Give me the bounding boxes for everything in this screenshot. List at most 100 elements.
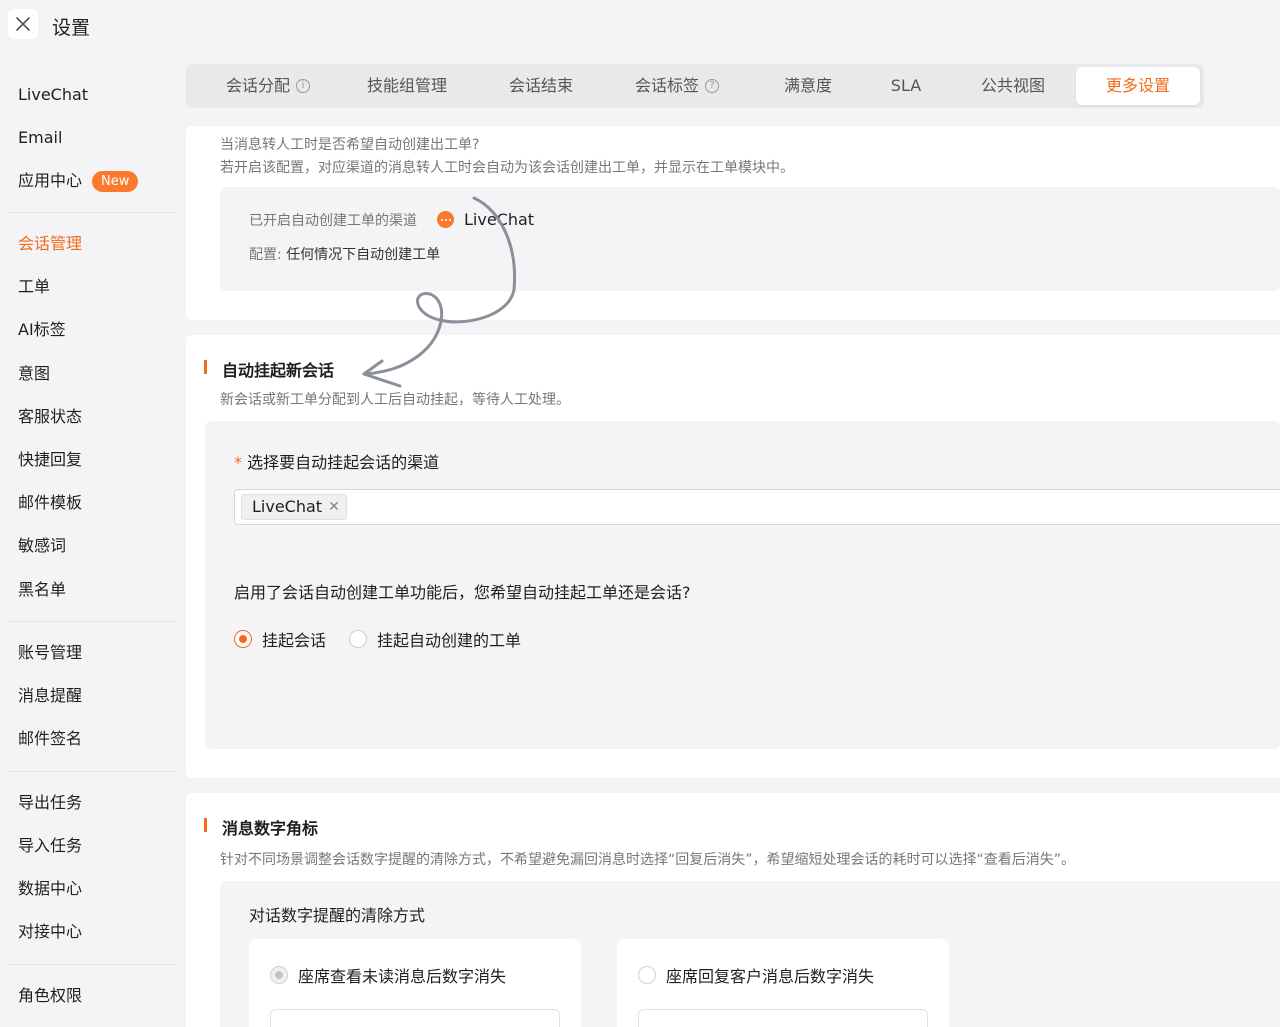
sidebar-item-label: 敏感词	[18, 536, 67, 555]
tab-more-settings[interactable]: 更多设置	[1076, 67, 1200, 105]
sidebar-item-label: 意图	[18, 364, 51, 383]
sidebar-item-data-center[interactable]: 数据中心	[18, 877, 82, 901]
option-preview	[638, 1009, 928, 1027]
sidebar-item-ai-tags[interactable]: AI标签	[18, 318, 66, 342]
sidebar-item-label: 邮件模板	[18, 493, 83, 512]
option-card-view[interactable]: 座席查看未读消息后数字消失	[249, 939, 581, 1027]
sidebar-item-label: 数据中心	[18, 879, 83, 898]
tab-skill-groups[interactable]: 技能组管理	[352, 67, 462, 105]
sidebar-item-email[interactable]: Email	[18, 126, 62, 150]
sidebar-item-label: 客服状态	[18, 407, 83, 426]
radio-label: 座席查看未读消息后数字消失	[298, 967, 507, 986]
livechat-icon	[437, 211, 454, 228]
close-button[interactable]	[8, 9, 38, 39]
tab-label: 会话结束	[508, 76, 573, 95]
radio-label: 挂起会话	[262, 631, 327, 650]
radio-unchecked-icon[interactable]	[638, 966, 656, 984]
help-icon[interactable]: ?	[705, 79, 719, 93]
section-accent-bar	[204, 360, 207, 374]
option-preview	[270, 1009, 560, 1027]
tab-label: 会话分配	[225, 76, 290, 95]
option-card-reply[interactable]: 座席回复客户消息后数字消失	[617, 939, 949, 1027]
sidebar-item-label: 邮件签名	[18, 729, 83, 748]
sidebar-item-label: AI标签	[18, 320, 66, 339]
tab-label: 会话标签	[634, 76, 699, 95]
sidebar-divider	[8, 964, 176, 965]
sidebar-item-import-tasks[interactable]: 导入任务	[18, 834, 82, 858]
header: 设置	[0, 0, 1280, 52]
suspend-question: 启用了会话自动创建工单功能后，您希望自动挂起工单还是会话?	[234, 583, 691, 602]
sidebar-item-email-signature[interactable]: 邮件签名	[18, 727, 82, 751]
badge-section-description: 针对不同场景调整会话数字提醒的清除方式，不希望避免漏回消息时选择“回复后消失”，…	[220, 852, 1076, 868]
sidebar-item-label: 导入任务	[18, 836, 83, 855]
sidebar-item-sensitive-words[interactable]: 敏感词	[18, 534, 66, 558]
sidebar-item-ticket[interactable]: 工单	[18, 275, 50, 299]
sidebar: LiveChat Email 应用中心 New 会话管理 工单 AI标签 意图 …	[0, 52, 180, 1027]
selected-channel-tag: LiveChat ✕	[241, 494, 347, 520]
sidebar-item-account-management[interactable]: 账号管理	[18, 641, 82, 665]
sidebar-item-message-alerts[interactable]: 消息提醒	[18, 684, 82, 708]
tab-label: 更多设置	[1105, 76, 1170, 95]
channel-select[interactable]: LiveChat ✕	[234, 489, 1280, 525]
channel-field-label: * 选择要自动挂起会话的渠道	[234, 449, 439, 473]
enabled-channels-label: 已开启自动创建工单的渠道	[249, 213, 417, 229]
radio-label: 座席回复客户消息后数字消失	[666, 967, 875, 986]
badge-field-label: 对话数字提醒的清除方式	[249, 906, 426, 925]
tab-label: 技能组管理	[366, 76, 447, 95]
info-icon[interactable]: i	[296, 79, 310, 93]
sidebar-item-blacklist[interactable]: 黑名单	[18, 578, 66, 602]
auto-suspend-title: 自动挂起新会话	[222, 361, 335, 380]
sidebar-item-email-template[interactable]: 邮件模板	[18, 491, 82, 515]
page-title: 设置	[52, 17, 91, 39]
remove-tag-icon[interactable]: ✕	[328, 495, 340, 519]
tab-satisfaction[interactable]: 满意度	[758, 67, 858, 105]
badge-section-title: 消息数字角标	[222, 819, 319, 838]
sidebar-item-conversation-management[interactable]: 会话管理	[18, 232, 82, 256]
field-label-text: 选择要自动挂起会话的渠道	[247, 453, 440, 472]
config-line: 配置: 任何情况下自动创建工单	[249, 244, 440, 264]
sidebar-item-label: 角色权限	[18, 986, 83, 1005]
sidebar-item-label: Email	[18, 128, 63, 147]
radio-clear-on-view[interactable]: 座席查看未读消息后数字消失	[270, 963, 506, 987]
sidebar-item-app-center[interactable]: 应用中心 New	[18, 169, 139, 193]
sidebar-item-export-tasks[interactable]: 导出任务	[18, 791, 82, 815]
tab-public-views[interactable]: 公共视图	[962, 67, 1064, 105]
auto-ticket-question: 当消息转人工时是否希望自动创建出工单?	[220, 137, 480, 153]
settings-tabs: 会话分配 i 技能组管理 会话结束 会话标签 ? 满意度 SLA 公共视图 更多…	[186, 64, 1204, 108]
sidebar-divider	[8, 212, 176, 213]
config-label: 配置:	[249, 247, 282, 263]
sidebar-item-label: 消息提醒	[18, 686, 83, 705]
sidebar-divider	[8, 771, 176, 772]
radio-checked-icon[interactable]	[270, 966, 288, 984]
auto-ticket-description: 若开启该配置，对应渠道的消息转人工时会自动为该会话创建出工单，并显示在工单模块中…	[220, 160, 794, 176]
channel-name: LiveChat	[464, 210, 535, 229]
radio-suspend-conversation[interactable]: 挂起会话	[234, 627, 326, 651]
sidebar-item-livechat[interactable]: LiveChat	[18, 83, 88, 107]
config-value: 任何情况下自动创建工单	[286, 247, 441, 263]
sidebar-item-label: 对接中心	[18, 922, 83, 941]
close-icon	[16, 17, 30, 31]
sidebar-item-quick-reply[interactable]: 快捷回复	[18, 448, 82, 472]
radio-suspend-ticket[interactable]: 挂起自动创建的工单	[349, 627, 521, 651]
tab-sla[interactable]: SLA	[876, 67, 936, 105]
required-mark: *	[234, 453, 242, 472]
sidebar-item-role-permissions[interactable]: 角色权限	[18, 984, 82, 1008]
new-badge: New	[92, 170, 139, 192]
radio-unchecked-icon[interactable]	[349, 630, 367, 648]
sidebar-item-label: 会话管理	[18, 234, 83, 253]
sidebar-item-integration-center[interactable]: 对接中心	[18, 920, 82, 944]
sidebar-item-label: 应用中心	[18, 171, 83, 190]
tag-label: LiveChat	[252, 497, 323, 516]
tab-conversation-tags[interactable]: 会话标签 ?	[622, 67, 732, 105]
radio-checked-icon[interactable]	[234, 630, 252, 648]
sidebar-item-intent[interactable]: 意图	[18, 362, 50, 386]
sidebar-item-label: 工单	[18, 277, 51, 296]
tab-conversation-assignment[interactable]: 会话分配 i	[204, 67, 332, 105]
sidebar-item-agent-status[interactable]: 客服状态	[18, 405, 82, 429]
tab-conversation-end[interactable]: 会话结束	[486, 67, 596, 105]
tab-label: 公共视图	[980, 76, 1045, 95]
sidebar-item-label: 账号管理	[18, 643, 83, 662]
radio-clear-on-reply[interactable]: 座席回复客户消息后数字消失	[638, 963, 874, 987]
tab-label: SLA	[890, 76, 922, 95]
radio-label: 挂起自动创建的工单	[377, 631, 522, 650]
